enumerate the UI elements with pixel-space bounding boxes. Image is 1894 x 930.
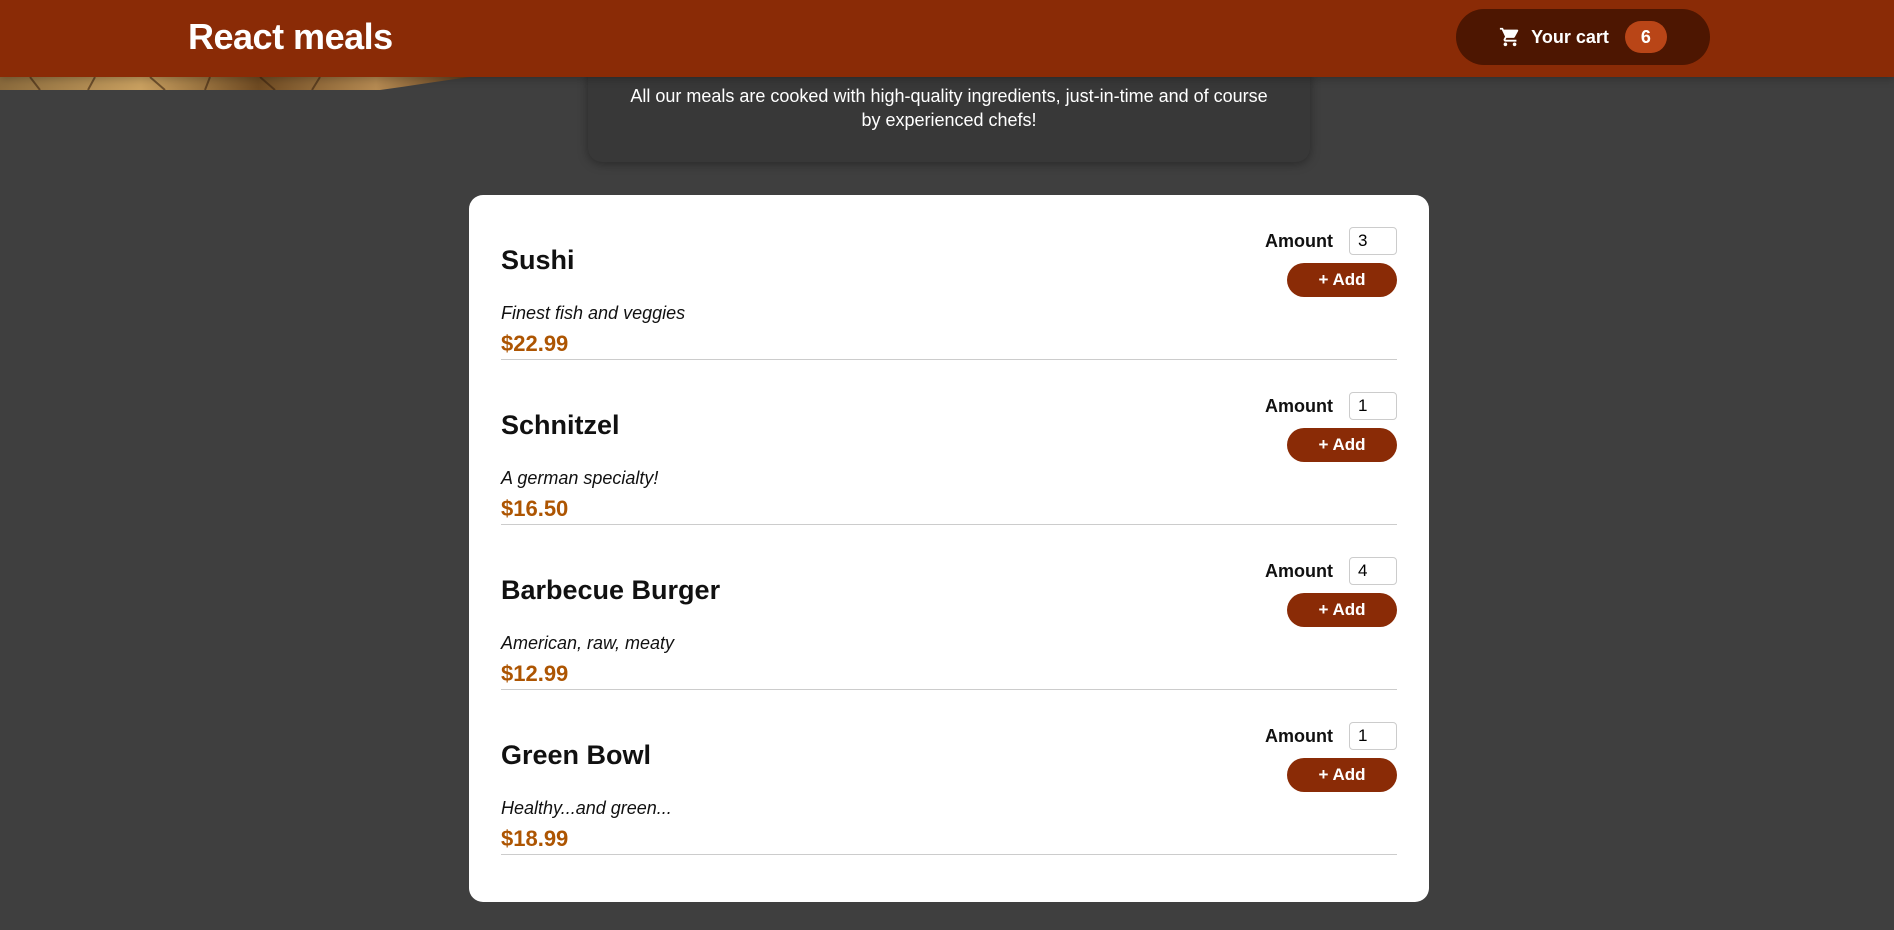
add-button[interactable]: + Add [1287, 593, 1397, 627]
amount-input[interactable] [1349, 722, 1397, 750]
cart-icon [1500, 27, 1519, 47]
add-button[interactable]: + Add [1287, 758, 1397, 792]
meal-name: Green Bowl [501, 740, 652, 770]
hero-image [0, 77, 470, 90]
cart-count-badge: 6 [1624, 21, 1667, 53]
summary-text: All our meals are cooked with high-quali… [630, 86, 1268, 130]
add-button[interactable]: + Add [1287, 428, 1397, 462]
amount-row: Amount [1265, 227, 1397, 255]
amount-input[interactable] [1349, 557, 1397, 585]
add-button[interactable]: + Add [1287, 263, 1397, 297]
amount-row: Amount [1265, 722, 1397, 750]
meal-price: $12.99 [501, 661, 569, 686]
meal-item-sushi: Sushi Finest fish and veggies $22.99 Amo… [501, 195, 1397, 360]
cart-label: Your cart [1531, 26, 1609, 47]
amount-row: Amount [1265, 392, 1397, 420]
amount-label: Amount [1265, 230, 1333, 251]
cart-button[interactable]: Your cart 6 [1456, 9, 1710, 65]
app-title: React meals [188, 16, 393, 57]
amount-input[interactable] [1349, 392, 1397, 420]
meal-name: Barbecue Burger [501, 575, 721, 605]
meal-item-green-bowl: Green Bowl Healthy...and green... $18.99… [501, 690, 1397, 855]
meal-price: $16.50 [501, 496, 569, 521]
meal-description: Healthy...and green... [501, 798, 672, 818]
meal-price: $18.99 [501, 826, 569, 851]
amount-label: Amount [1265, 560, 1333, 581]
meal-item-schnitzel: Schnitzel A german specialty! $16.50 Amo… [501, 360, 1397, 525]
meal-price: $22.99 [501, 331, 569, 356]
meal-description: Finest fish and veggies [501, 303, 686, 323]
meals-list: Sushi Finest fish and veggies $22.99 Amo… [469, 195, 1429, 902]
meal-description: American, raw, meaty [501, 633, 675, 653]
meal-name: Sushi [501, 245, 575, 275]
meal-item-barbecue-burger: Barbecue Burger American, raw, meaty $12… [501, 525, 1397, 690]
amount-input[interactable] [1349, 227, 1397, 255]
meal-description: A german specialty! [501, 468, 659, 488]
amount-label: Amount [1265, 725, 1333, 746]
amount-row: Amount [1265, 557, 1397, 585]
meal-name: Schnitzel [501, 410, 620, 440]
app-header: React meals Your cart 6 [0, 0, 1894, 77]
amount-label: Amount [1265, 395, 1333, 416]
